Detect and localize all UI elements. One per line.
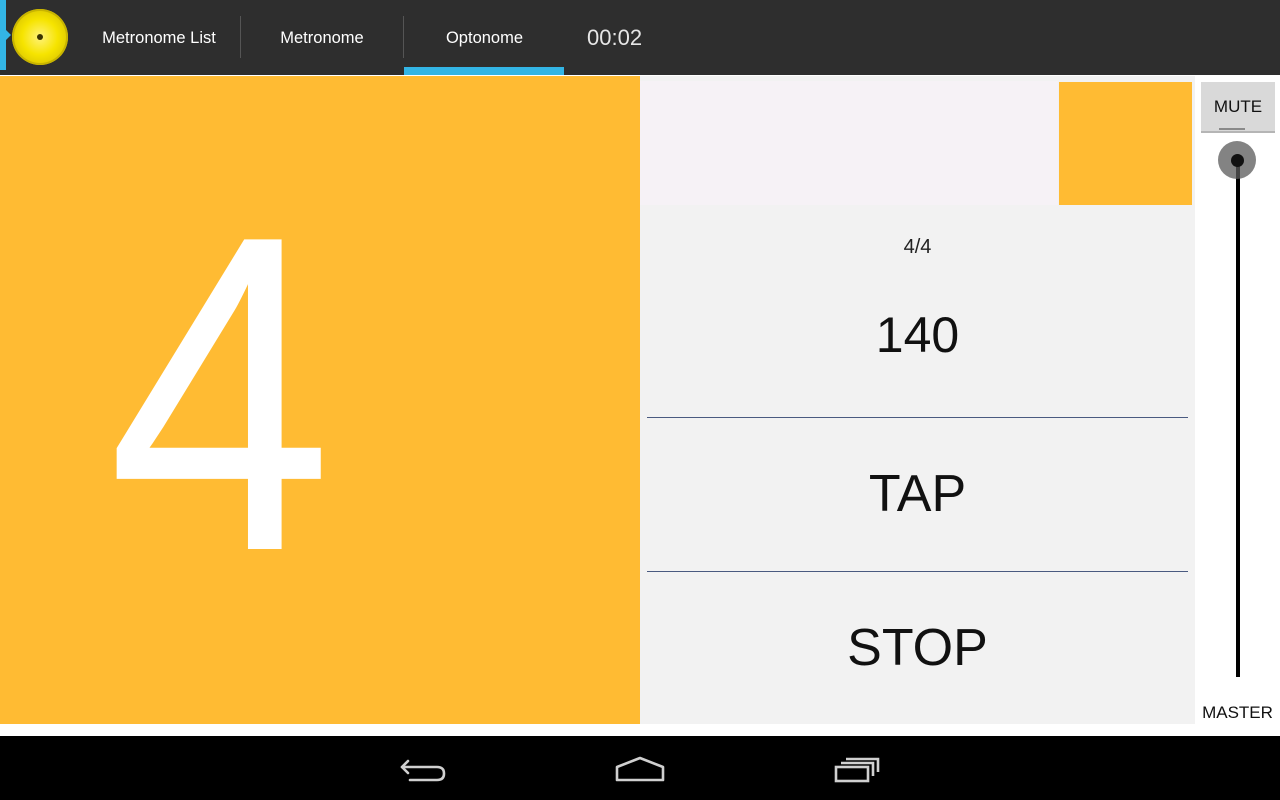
beat-display-panel: 4	[0, 76, 640, 724]
cymbal-logo-icon[interactable]	[12, 9, 68, 65]
tab-metronome-list[interactable]: Metronome List	[80, 0, 238, 75]
tab-optonome[interactable]: Optonome	[405, 0, 564, 75]
back-arrow-icon[interactable]	[394, 750, 454, 790]
tap-button[interactable]: TAP	[640, 418, 1195, 571]
tab-divider	[403, 16, 404, 58]
cymbal-center-dot	[37, 34, 43, 40]
stop-button[interactable]: STOP	[640, 572, 1195, 724]
selected-tab-indicator	[404, 67, 564, 75]
mute-button[interactable]: MUTE	[1201, 82, 1275, 133]
master-volume-column: MUTE MASTER	[1195, 76, 1280, 736]
elapsed-timer: 00:02	[587, 25, 643, 50]
mute-state-indicator	[1219, 128, 1245, 130]
home-icon[interactable]	[610, 750, 670, 790]
tempo-value[interactable]: 140	[640, 306, 1195, 364]
time-signature-selector[interactable]: 4/4	[640, 236, 1195, 259]
master-volume-slider-track[interactable]	[1236, 158, 1240, 677]
tab-metronome[interactable]: Metronome	[242, 0, 402, 75]
beat-indicator-strip	[640, 81, 1058, 205]
slider-thumb-center	[1231, 154, 1244, 167]
action-bar: Metronome List Metronome Optonome 00:02	[0, 0, 1280, 75]
tab-divider	[240, 16, 241, 58]
app-root: Metronome List Metronome Optonome 00:02 …	[0, 0, 1280, 800]
current-beat-number: 4	[107, 143, 333, 645]
master-label: MASTER	[1202, 703, 1273, 722]
control-panel: 4/4 140 TAP STOP	[640, 76, 1195, 724]
beat-light-indicator	[1059, 82, 1192, 205]
recent-apps-icon[interactable]	[827, 750, 887, 790]
app-edge-notch	[6, 30, 11, 40]
system-navigation-bar	[0, 736, 1280, 800]
